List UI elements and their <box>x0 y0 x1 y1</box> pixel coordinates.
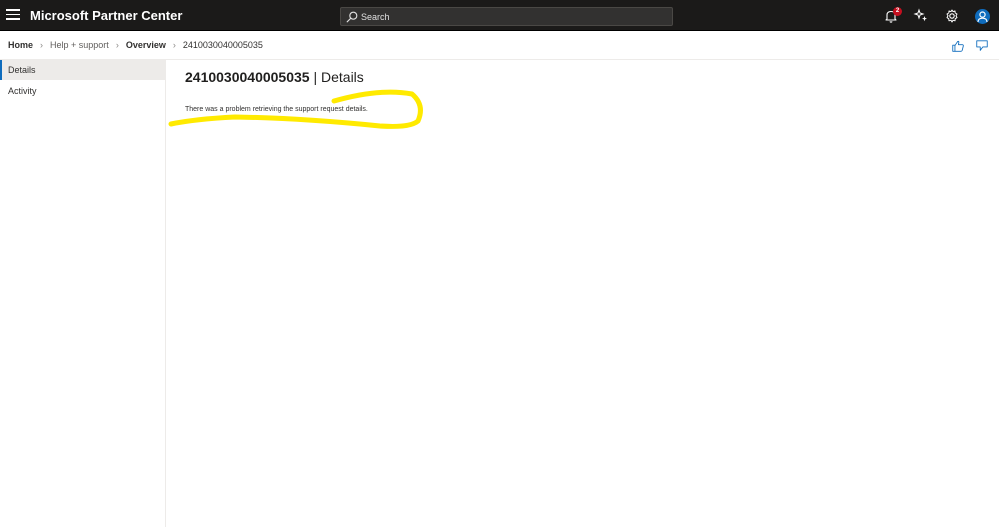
page-title-suffix: | Details <box>309 69 364 85</box>
chevron-right-icon: › <box>172 40 176 50</box>
sidebar-item-details[interactable]: Details <box>0 60 165 80</box>
app-title[interactable]: Microsoft Partner Center <box>30 8 182 23</box>
top-bar: Microsoft Partner Center 2 <box>0 0 999 31</box>
breadcrumb-home[interactable]: Home <box>8 40 33 50</box>
search-icon <box>346 11 358 23</box>
main-content: 2410030040005035 | Details There was a p… <box>166 60 999 527</box>
chevron-right-icon: › <box>40 40 44 50</box>
page-title-id: 2410030040005035 <box>185 69 310 85</box>
page-title: 2410030040005035 | Details <box>185 69 364 85</box>
gear-icon[interactable] <box>944 8 960 24</box>
side-nav: Details Activity <box>0 60 166 527</box>
sidebar-item-activity[interactable]: Activity <box>0 81 165 101</box>
breadcrumb-current: 2410030040005035 <box>182 40 263 50</box>
search-box[interactable] <box>340 7 673 26</box>
breadcrumb-help-support[interactable]: Help + support <box>50 40 109 50</box>
notification-badge: 2 <box>893 7 902 16</box>
breadcrumb-bar: Home › Help + support › Overview › 24100… <box>0 31 999 60</box>
breadcrumb: Home › Help + support › Overview › 24100… <box>8 40 263 50</box>
chevron-right-icon: › <box>115 40 119 50</box>
avatar-icon[interactable] <box>975 9 990 24</box>
thumbs-down-icon[interactable] <box>975 39 989 53</box>
hamburger-icon[interactable] <box>6 9 20 23</box>
breadcrumb-overview[interactable]: Overview <box>126 40 166 50</box>
copilot-icon[interactable] <box>913 8 929 24</box>
thumbs-up-icon[interactable] <box>951 39 965 53</box>
search-input[interactable] <box>361 9 661 25</box>
error-message: There was a problem retrieving the suppo… <box>185 106 368 113</box>
